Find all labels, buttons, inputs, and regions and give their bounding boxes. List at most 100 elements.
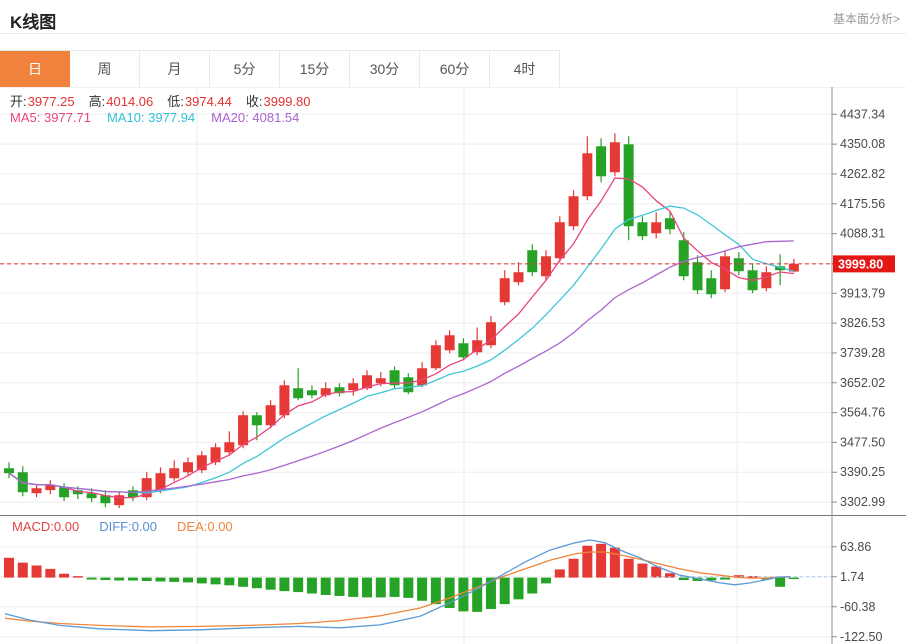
macd-bar — [610, 548, 620, 578]
candle-body — [224, 442, 234, 452]
macd-bar — [500, 578, 510, 605]
macd-bar — [348, 578, 358, 597]
candle-body — [142, 478, 152, 497]
macd-bar — [486, 578, 496, 609]
diff-readout: DIFF:0.00 — [99, 519, 157, 534]
macd-bar — [45, 569, 55, 578]
ohlc-close: 收:3999.80 — [246, 91, 311, 110]
candle-body — [624, 144, 634, 226]
main-axis-label: 4437.34 — [840, 107, 885, 121]
main-axis-label: 3739.28 — [840, 346, 885, 360]
ohlc-info-row: 开:3977.25 高:4014.06 低:3974.44 收:3999.80 — [10, 91, 311, 110]
macd-bar — [334, 578, 344, 596]
ma10-readout: MA10: 3977.94 — [107, 110, 195, 125]
macd-bar — [458, 578, 468, 612]
macd-bar — [637, 564, 647, 578]
macd-bar — [472, 578, 482, 612]
candle-body — [87, 493, 97, 498]
ma5-line — [9, 178, 794, 498]
macd-bar — [293, 578, 303, 592]
candle-body — [155, 473, 165, 490]
macd-axis-label: -60.38 — [840, 600, 875, 614]
ohlc-low: 低:3974.44 — [167, 91, 232, 110]
main-axis-label: 3652.02 — [840, 376, 885, 390]
macd-bar — [679, 578, 689, 580]
candle-body — [238, 415, 248, 445]
macd-bar — [169, 578, 179, 582]
candle-body — [513, 272, 523, 282]
macd-bar — [155, 578, 165, 582]
macd-bar — [252, 578, 262, 589]
candle-body — [321, 388, 331, 395]
candle-body — [637, 222, 647, 236]
macd-bar — [59, 574, 69, 578]
chart-area[interactable]: 4437.344350.084262.824175.564088.313913.… — [0, 0, 906, 644]
macd-bar — [73, 576, 83, 577]
macd-bar — [775, 578, 785, 587]
candle-body — [720, 256, 730, 289]
candle-body — [651, 222, 661, 233]
macd-axis-label: -122.50 — [840, 630, 882, 644]
candle-body — [555, 222, 565, 258]
dea-line — [5, 552, 790, 627]
candle-body — [390, 370, 400, 385]
candle-body — [279, 385, 289, 415]
candle-body — [665, 218, 675, 229]
macd-bar — [734, 575, 744, 577]
macd-axis-label: 1.74 — [840, 570, 864, 584]
macd-bar — [706, 578, 716, 581]
main-axis-label: 4175.56 — [840, 197, 885, 211]
candle-body — [45, 485, 55, 490]
candle-body — [293, 388, 303, 398]
candle-body — [128, 490, 138, 497]
macd-bar — [651, 566, 661, 577]
macd-bar — [541, 578, 551, 584]
ohlc-high: 高:4014.06 — [89, 91, 154, 110]
macd-bar — [238, 578, 248, 587]
main-axis-label: 3390.25 — [840, 465, 885, 479]
main-axis-label: 3564.76 — [840, 406, 885, 420]
macd-bar — [789, 578, 799, 579]
last-price-badge — [833, 255, 895, 272]
main-axis-label: 3913.79 — [840, 286, 885, 300]
candle-body — [403, 377, 413, 392]
candle-body — [18, 472, 28, 492]
main-axis-label: 3477.50 — [840, 435, 885, 449]
candle-body — [582, 153, 592, 196]
macd-bar — [445, 578, 455, 608]
candle-body — [59, 487, 69, 497]
macd-bar — [18, 563, 28, 578]
candle-body — [431, 345, 441, 368]
macd-bar — [761, 578, 771, 580]
macd-bar — [279, 578, 289, 592]
candle-body — [610, 142, 620, 172]
candle-body — [348, 383, 358, 390]
macd-bar — [224, 578, 234, 586]
macd-bar — [100, 578, 110, 580]
macd-bar — [693, 578, 703, 581]
macd-bar — [720, 578, 730, 580]
main-axis-label: 3826.53 — [840, 316, 885, 330]
macd-bar — [748, 576, 758, 577]
candle-body — [183, 462, 193, 472]
macd-bar — [390, 578, 400, 597]
ma10-line — [9, 206, 794, 493]
candle-body — [32, 488, 42, 493]
macd-bar — [665, 573, 675, 577]
candle-body — [376, 378, 386, 383]
ma20-readout: MA20: 4081.54 — [211, 110, 299, 125]
candle-body — [734, 258, 744, 271]
candle-body — [472, 340, 482, 352]
candle-body — [706, 278, 716, 294]
macd-bar — [128, 578, 138, 581]
candle-body — [693, 262, 703, 290]
macd-bar — [417, 578, 427, 601]
macd-bar — [569, 559, 579, 578]
macd-bar — [211, 578, 221, 585]
candle-body — [307, 390, 317, 395]
macd-bar — [555, 569, 565, 577]
macd-bar — [403, 578, 413, 598]
last-price-label: 3999.80 — [838, 257, 883, 271]
macd-bar — [596, 544, 606, 578]
macd-axis-label: 63.86 — [840, 540, 871, 554]
